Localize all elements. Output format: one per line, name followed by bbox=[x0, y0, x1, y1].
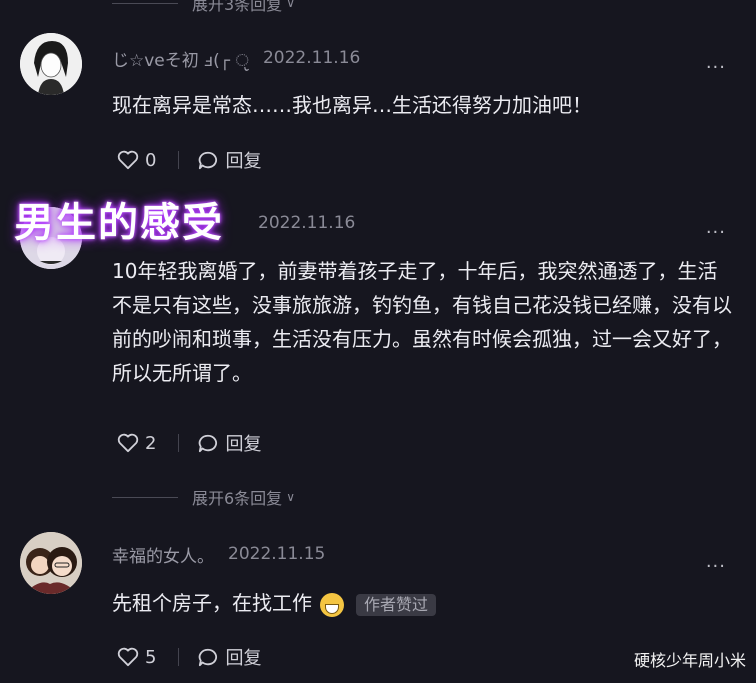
comment-date: 2022.11.16 bbox=[258, 213, 356, 233]
overlay-caption: 男生的感受 bbox=[14, 200, 224, 246]
watermark: 硬核少年周小米 bbox=[633, 651, 746, 670]
heart-icon bbox=[117, 647, 139, 667]
action-divider bbox=[178, 648, 180, 666]
comment-actions: 0 回复 bbox=[117, 148, 261, 172]
reply-label: 回复 bbox=[225, 151, 262, 172]
comment-date: 2022.11.16 bbox=[262, 48, 361, 68]
chevron-down-icon: ∨ bbox=[286, 0, 295, 10]
expand-replies-top[interactable]: 展开3条回复 ∨ bbox=[112, 0, 756, 15]
username[interactable]: じ☆veそ初 ⅎ(┌ ੵ bbox=[112, 46, 249, 71]
comment-text: 先租个房子，在找工作 bbox=[112, 591, 312, 615]
like-count: 0 bbox=[145, 149, 157, 171]
divider-line bbox=[112, 2, 178, 4]
avatar[interactable] bbox=[20, 33, 82, 95]
expand-replies-label: 展开6条回复 bbox=[192, 489, 283, 508]
chat-bubble-icon bbox=[199, 648, 218, 667]
avatar-photo bbox=[20, 532, 82, 594]
reply-button[interactable]: 回复 bbox=[197, 644, 261, 670]
expand-replies-label: 展开3条回复 bbox=[192, 0, 283, 14]
reply-button[interactable]: 回复 bbox=[197, 147, 261, 173]
like-button[interactable]: 2 bbox=[117, 433, 156, 454]
chevron-down-icon: ∨ bbox=[286, 490, 295, 504]
like-button[interactable]: 0 bbox=[117, 150, 156, 171]
action-divider bbox=[178, 434, 180, 452]
comment-text: 现在离异是常态……我也离异…生活还得努力加油吧！ bbox=[112, 93, 592, 117]
reply-label: 回复 bbox=[225, 648, 262, 669]
comment-actions: 2 回复 bbox=[117, 431, 261, 455]
comment-header: じ☆veそ初 ⅎ(┌ ੵ 2022.11.16 bbox=[112, 45, 360, 71]
author-liked-badge: 作者赞过 bbox=[356, 593, 437, 616]
reply-button[interactable]: 回复 bbox=[197, 430, 261, 456]
chat-bubble-icon bbox=[199, 151, 218, 170]
more-options-icon[interactable]: ... bbox=[706, 52, 726, 73]
grin-emoji-icon bbox=[320, 592, 344, 617]
username[interactable]: 幸福的女人。 bbox=[112, 542, 214, 567]
like-count: 5 bbox=[145, 646, 157, 668]
more-options-icon[interactable]: ... bbox=[706, 551, 726, 572]
like-button[interactable]: 5 bbox=[117, 647, 156, 668]
comment-text-row: 先租个房子，在找工作 作者赞过 bbox=[112, 586, 732, 620]
comment-actions: 5 回复 bbox=[117, 645, 261, 669]
more-options-icon[interactable]: ... bbox=[706, 217, 726, 238]
reply-label: 回复 bbox=[225, 434, 262, 455]
divider-line bbox=[112, 496, 178, 498]
comment-header: 2022.11.16 bbox=[258, 210, 355, 236]
avatar-illustration bbox=[20, 33, 82, 95]
heart-icon bbox=[117, 433, 139, 453]
expand-replies-button[interactable]: 展开6条回复 ∨ bbox=[112, 485, 756, 509]
comment-header: 幸福的女人。 2022.11.15 bbox=[112, 541, 325, 567]
heart-icon bbox=[117, 150, 139, 170]
avatar[interactable] bbox=[20, 532, 82, 594]
action-divider bbox=[178, 151, 180, 169]
comment-date: 2022.11.15 bbox=[228, 544, 326, 564]
chat-bubble-icon bbox=[199, 434, 218, 453]
like-count: 2 bbox=[145, 432, 157, 454]
comment-text: 10年轻我离婚了，前妻带着孩子走了，十年后，我突然通透了，生活不是只有这些，没事… bbox=[112, 259, 732, 385]
